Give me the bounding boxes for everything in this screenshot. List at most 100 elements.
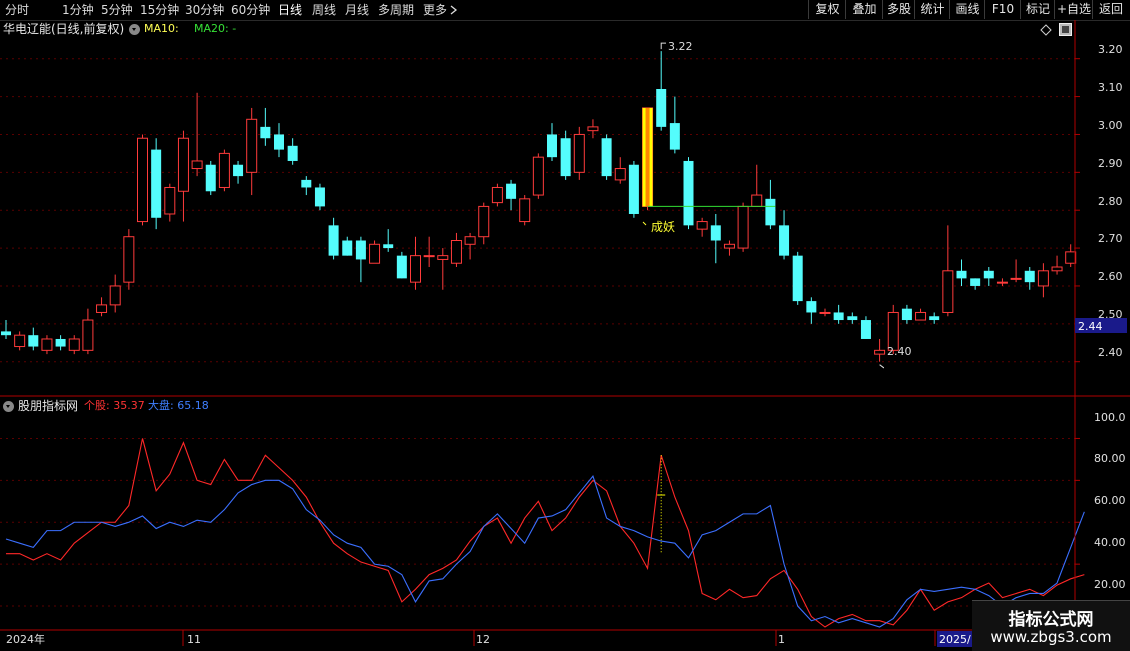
tf-weekly[interactable]: 周线 bbox=[312, 2, 336, 18]
candle-body bbox=[177, 137, 189, 192]
candle-body bbox=[847, 316, 858, 321]
low-pointer bbox=[879, 364, 884, 369]
candle-body bbox=[96, 304, 108, 313]
back-button[interactable]: 返回 bbox=[1092, 0, 1129, 19]
chart-canvas: 3.22 2.40 成妖 3.20 3.10 3.00 2.90 2.80 2.… bbox=[0, 20, 1130, 650]
indicator-title: 股朋指标网 bbox=[18, 399, 79, 413]
tf-daily[interactable]: 日线 bbox=[278, 2, 302, 18]
tf-fenshi[interactable]: 分时 bbox=[5, 2, 29, 18]
date-highlight bbox=[937, 631, 973, 647]
fuquan-button[interactable]: 复权 bbox=[808, 0, 846, 19]
candlestick-series bbox=[1, 51, 1077, 362]
date-label: 1 bbox=[778, 633, 785, 646]
tf-1min[interactable]: 1分钟 bbox=[62, 2, 94, 18]
indicator-axis-labels: 100.0 80.00 60.00 40.00 20.00 bbox=[1094, 411, 1126, 591]
price-tick: 2.80 bbox=[1098, 195, 1123, 208]
layout-toggle-icon[interactable] bbox=[1059, 23, 1072, 36]
indicator-tick: 80.00 bbox=[1094, 452, 1126, 465]
ma10-label: MA10: bbox=[144, 22, 179, 35]
f10-button[interactable]: F10 bbox=[984, 0, 1021, 19]
candle-body bbox=[723, 243, 735, 249]
candle-body bbox=[792, 255, 803, 302]
ma20-label: MA20: - bbox=[194, 22, 237, 35]
candle-body bbox=[410, 255, 421, 283]
indicator-grid bbox=[0, 437, 1080, 607]
overlay-button[interactable]: 叠加 bbox=[845, 0, 883, 19]
candle-body bbox=[887, 311, 899, 351]
stock-value-label: 个股: 35.37 bbox=[84, 399, 145, 412]
chart-options-icon[interactable] bbox=[129, 24, 140, 35]
candle-body bbox=[450, 240, 462, 264]
tf-15min[interactable]: 15分钟 bbox=[140, 2, 179, 18]
signal-label: 成妖 bbox=[651, 220, 675, 234]
tf-60min[interactable]: 60分钟 bbox=[231, 2, 270, 18]
candle-body bbox=[14, 334, 26, 348]
candle-body bbox=[656, 89, 667, 127]
candle-body bbox=[342, 240, 353, 256]
candle-body bbox=[983, 270, 994, 279]
candle-body bbox=[956, 270, 967, 279]
stats-button[interactable]: 统计 bbox=[914, 0, 950, 19]
stock-indicator-line bbox=[6, 438, 1085, 628]
draw-line-button[interactable]: 画线 bbox=[949, 0, 985, 19]
date-label: 11 bbox=[187, 633, 201, 646]
multi-stock-button[interactable]: 多股 bbox=[882, 0, 915, 19]
add-watchlist-button[interactable]: +自选 bbox=[1054, 0, 1093, 19]
annotations bbox=[642, 42, 884, 369]
candle-body bbox=[205, 164, 216, 192]
candle-body bbox=[287, 145, 298, 161]
tf-monthly[interactable]: 月线 bbox=[345, 2, 369, 18]
candle-body bbox=[1010, 277, 1022, 280]
candle-body bbox=[314, 187, 325, 207]
candle-body bbox=[532, 156, 544, 196]
price-tick: 2.60 bbox=[1098, 270, 1123, 283]
candle-body bbox=[765, 198, 776, 226]
price-axis-labels: 3.20 3.10 3.00 2.90 2.80 2.70 2.60 2.50 … bbox=[1098, 43, 1123, 359]
candle-body bbox=[423, 255, 435, 258]
candle-body bbox=[751, 194, 763, 207]
tf-multi-period[interactable]: 多周期 bbox=[378, 2, 414, 18]
tf-30min[interactable]: 30分钟 bbox=[185, 2, 224, 18]
price-tick: 2.70 bbox=[1098, 232, 1123, 245]
candle-body bbox=[137, 137, 148, 223]
candle-body bbox=[506, 183, 517, 199]
indicator-options-icon[interactable] bbox=[3, 401, 14, 412]
candle-body bbox=[628, 164, 639, 214]
candle-body bbox=[28, 335, 39, 347]
price-grid bbox=[0, 58, 1080, 363]
candle-body bbox=[587, 126, 599, 132]
candle-body bbox=[478, 205, 490, 238]
mark-button[interactable]: 标记 bbox=[1020, 0, 1055, 19]
top-toolbar: 分时 1分钟 5分钟 15分钟 30分钟 60分钟 日线 周线 月线 多周期 更… bbox=[0, 0, 1130, 21]
candle-body bbox=[151, 149, 162, 218]
date-label: 12 bbox=[476, 633, 490, 646]
indicator-tick: 100.0 bbox=[1094, 411, 1126, 424]
date-label: 2025/ bbox=[939, 633, 971, 646]
chevron-right-icon bbox=[450, 5, 458, 15]
market-indicator-line bbox=[5, 475, 1085, 628]
candle-body bbox=[915, 311, 927, 321]
candle-body bbox=[233, 164, 244, 177]
indicator-tick: 20.00 bbox=[1094, 578, 1126, 591]
signal-arrow bbox=[642, 221, 647, 226]
candle-body bbox=[683, 160, 694, 226]
candle-body bbox=[970, 278, 981, 286]
candle-body bbox=[109, 285, 121, 306]
tf-more[interactable]: 更多 bbox=[423, 2, 447, 18]
candle-body bbox=[601, 138, 612, 177]
candle-body bbox=[833, 312, 844, 321]
candle-body bbox=[164, 186, 176, 215]
diamond-icon[interactable] bbox=[1040, 24, 1052, 36]
price-tick: 2.40 bbox=[1098, 346, 1123, 359]
candle-body bbox=[437, 255, 449, 260]
candle-body bbox=[779, 225, 790, 256]
candle-body bbox=[191, 160, 203, 170]
candle-body bbox=[396, 255, 407, 279]
tf-5min[interactable]: 5分钟 bbox=[101, 2, 133, 18]
date-axis: 2024年 11 12 1 2025/ bbox=[6, 631, 973, 647]
candle-body bbox=[901, 308, 912, 321]
candle-body bbox=[301, 179, 312, 188]
candle-body bbox=[573, 133, 585, 173]
candle-body bbox=[41, 338, 53, 351]
candle-body bbox=[1037, 270, 1049, 287]
